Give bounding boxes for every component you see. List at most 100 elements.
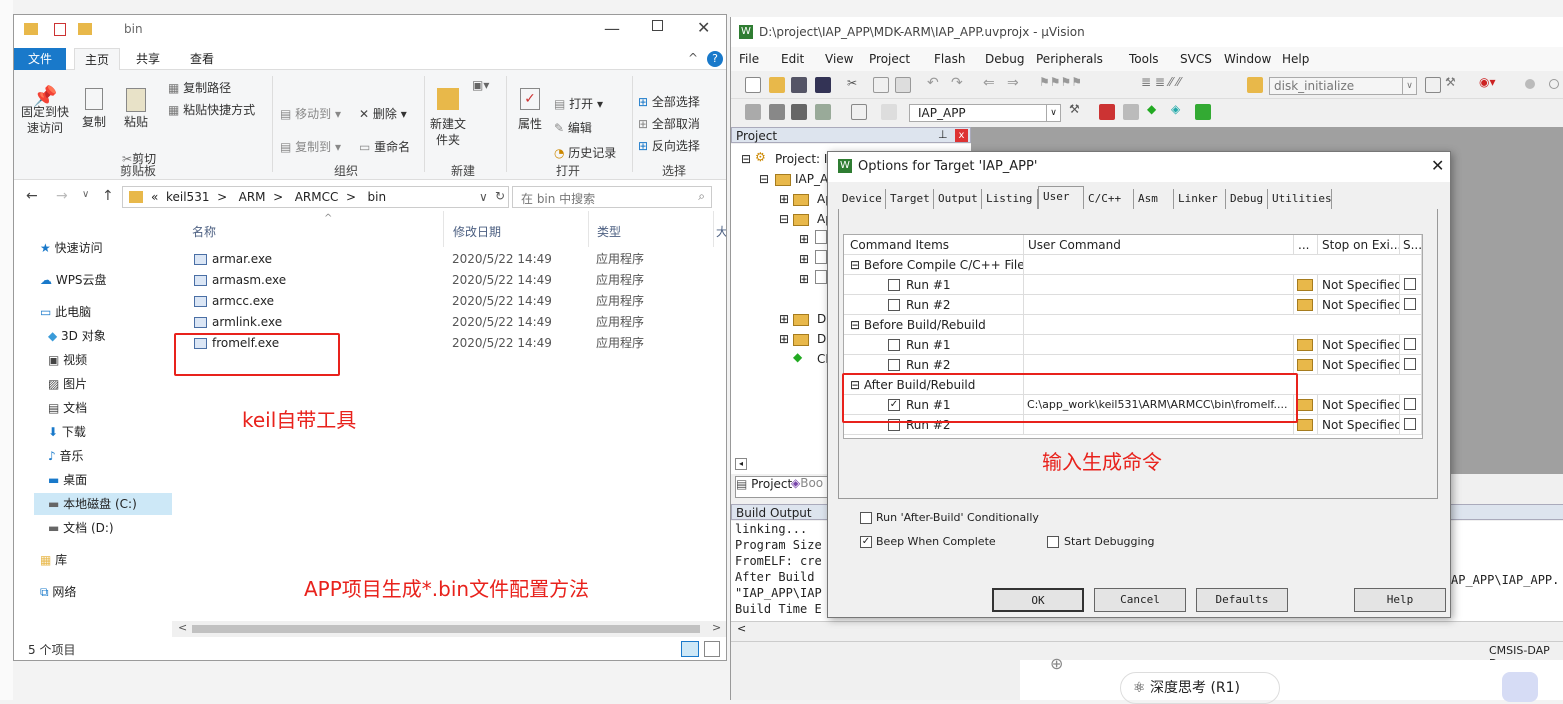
defaults-button[interactable]: Defaults bbox=[1196, 588, 1288, 612]
select-none-button[interactable]: ⊞ 全部取消 bbox=[638, 116, 700, 132]
nav-pictures[interactable]: ▨ 图片 bbox=[48, 373, 87, 395]
browse-folder-icon[interactable] bbox=[1297, 419, 1313, 431]
translate-icon[interactable] bbox=[745, 104, 761, 120]
recent-dropdown-icon[interactable]: ∨ bbox=[82, 189, 89, 200]
s-checkbox[interactable] bbox=[1404, 398, 1416, 410]
bookmark-icon[interactable]: ⚑⚑⚑⚑ bbox=[1039, 75, 1082, 89]
properties-icon[interactable] bbox=[54, 23, 66, 36]
help-icon[interactable]: ? bbox=[707, 51, 723, 67]
properties-button[interactable]: ✓ 属性 bbox=[512, 88, 548, 132]
nav-disk-d[interactable]: ▬ 文档 (D:) bbox=[48, 517, 114, 539]
manage-project-icon[interactable] bbox=[1099, 104, 1115, 120]
tree-expand-icon[interactable]: ⊞ bbox=[779, 192, 789, 206]
new-file-icon[interactable] bbox=[745, 77, 761, 93]
tab-share[interactable]: 共享 bbox=[126, 48, 170, 70]
breadcrumb-armcc[interactable]: ARMCC bbox=[295, 190, 339, 204]
s-checkbox[interactable] bbox=[1404, 418, 1416, 430]
browse-folder-icon[interactable] bbox=[1297, 279, 1313, 291]
grid-row[interactable]: ⊟ Before Compile C/C++ File bbox=[844, 255, 1422, 275]
menu-edit[interactable]: Edit bbox=[781, 52, 804, 66]
breakpoint-icon[interactable] bbox=[1525, 79, 1535, 89]
up-icon[interactable]: ↑ bbox=[102, 188, 114, 204]
debug-session-icon[interactable]: ◉▾ bbox=[1479, 75, 1496, 89]
ok-button[interactable]: OK bbox=[992, 588, 1084, 612]
tree-expand-icon[interactable]: ⊟ bbox=[779, 212, 789, 226]
invert-selection-button[interactable]: ⊞ 反向选择 bbox=[638, 138, 700, 154]
indent-icon[interactable]: ≣ ≣ ⁄⁄ ⁄⁄ bbox=[1141, 75, 1181, 89]
file-icon[interactable] bbox=[815, 270, 827, 284]
breadcrumb-bin[interactable]: bin bbox=[368, 190, 387, 204]
nav-network[interactable]: ⧉ 网络 bbox=[40, 581, 76, 603]
target-combo[interactable]: IAP_APP ∨ bbox=[909, 104, 1061, 122]
maximize-button[interactable] bbox=[652, 20, 663, 31]
tree-expand-icon[interactable]: ⊟ bbox=[741, 152, 751, 166]
paste-shortcut-button[interactable]: ▦ 粘贴快捷方式 bbox=[168, 102, 255, 118]
open-file-icon[interactable] bbox=[769, 77, 785, 93]
breadcrumb-keil531[interactable]: keil531 bbox=[166, 190, 209, 204]
tab-home[interactable]: 主页 bbox=[74, 48, 121, 70]
back-icon[interactable]: ← bbox=[26, 188, 38, 204]
select-all-button[interactable]: ⊞ 全部选择 bbox=[638, 94, 700, 110]
s-checkbox[interactable] bbox=[1404, 278, 1416, 290]
scroll-left-icon[interactable]: < bbox=[737, 622, 746, 635]
tab-output[interactable]: Output bbox=[934, 189, 982, 209]
save-all-icon[interactable] bbox=[815, 77, 831, 93]
menu-flash[interactable]: Flash bbox=[934, 52, 965, 66]
tree-expand-icon[interactable]: ⊞ bbox=[799, 252, 809, 266]
copy-icon[interactable] bbox=[873, 77, 889, 93]
menu-view[interactable]: View bbox=[825, 52, 853, 66]
target-options-icon[interactable]: ⚒ bbox=[1069, 102, 1080, 116]
run-after-build-checkbox[interactable] bbox=[860, 512, 872, 524]
scroll-left-icon[interactable]: < bbox=[178, 621, 187, 634]
grid-row[interactable]: Run #1 Not Specified bbox=[844, 275, 1422, 295]
scroll-thumb[interactable] bbox=[192, 625, 700, 633]
run-checkbox[interactable] bbox=[888, 299, 900, 311]
nav-music[interactable]: ♪ 音乐 bbox=[48, 445, 84, 467]
select-packs-icon[interactable]: ◈ bbox=[1171, 102, 1180, 116]
copy-path-button[interactable]: ▦ 复制路径 bbox=[168, 80, 231, 96]
copy-button[interactable]: 复制 bbox=[76, 88, 112, 130]
column-type[interactable]: 类型 bbox=[597, 223, 621, 240]
build-output-scrollbar[interactable]: < bbox=[731, 621, 1563, 637]
tree-expand-icon[interactable]: ⊟ bbox=[759, 172, 769, 186]
paste-button[interactable]: 粘贴 bbox=[118, 88, 154, 130]
s-checkbox[interactable] bbox=[1404, 358, 1416, 370]
user-command-field[interactable] bbox=[1024, 295, 1294, 315]
browse-folder-icon[interactable] bbox=[1297, 339, 1313, 351]
minimize-button[interactable]: — bbox=[604, 19, 620, 38]
stop-on-exit-field[interactable]: Not Specified bbox=[1318, 415, 1400, 435]
stop-on-exit-field[interactable]: Not Specified bbox=[1318, 355, 1400, 375]
pack-installer-icon[interactable]: ◆ bbox=[1147, 102, 1156, 116]
menu-help[interactable]: Help bbox=[1282, 52, 1309, 66]
menu-peripherals[interactable]: Peripherals bbox=[1036, 52, 1103, 66]
tab-asm[interactable]: Asm bbox=[1134, 189, 1174, 209]
browse-folder-icon[interactable] bbox=[1297, 299, 1313, 311]
address-dropdown-icon[interactable]: ∨ bbox=[479, 190, 488, 204]
cancel-button[interactable]: Cancel bbox=[1094, 588, 1186, 612]
start-debugging-checkbox[interactable] bbox=[1047, 536, 1059, 548]
forward-icon[interactable]: → bbox=[56, 188, 68, 204]
scroll-right-icon[interactable]: > bbox=[712, 621, 721, 634]
scroll-left-icon[interactable]: ◂ bbox=[735, 458, 747, 470]
tab-user[interactable]: User bbox=[1038, 186, 1084, 209]
tab-listing[interactable]: Listing bbox=[982, 189, 1038, 209]
user-command-field[interactable] bbox=[1024, 335, 1294, 355]
browse-folder-icon[interactable] bbox=[1297, 399, 1313, 411]
nav-local-disk-c[interactable]: ▬ 本地磁盘 (C:) bbox=[34, 493, 172, 515]
browse-folder-icon[interactable] bbox=[1297, 359, 1313, 371]
user-command-field[interactable] bbox=[1024, 275, 1294, 295]
download-icon[interactable] bbox=[881, 104, 897, 120]
nav-downloads[interactable]: ⬇ 下载 bbox=[48, 421, 86, 443]
new-item-icon[interactable]: ▣▾ bbox=[472, 78, 494, 110]
file-row[interactable]: armlink.exe 2020/5/22 14:49 应用程序 bbox=[190, 312, 720, 333]
beep-checkbox[interactable]: ✓ bbox=[860, 536, 872, 548]
s-checkbox[interactable] bbox=[1404, 338, 1416, 350]
run-checkbox[interactable] bbox=[888, 339, 900, 351]
delete-button[interactable]: ✕ 删除 ▾ bbox=[359, 106, 407, 122]
close-button[interactable]: ✕ bbox=[697, 18, 710, 37]
nav-forward-icon[interactable]: ⇒ bbox=[1007, 75, 1019, 91]
stop-on-exit-field[interactable]: Not Specified bbox=[1318, 335, 1400, 355]
nav-libraries[interactable]: ▦ 库 bbox=[40, 549, 67, 571]
stop-build-icon[interactable] bbox=[851, 104, 867, 120]
new-folder-button[interactable]: 新建文件夹 bbox=[426, 88, 470, 148]
